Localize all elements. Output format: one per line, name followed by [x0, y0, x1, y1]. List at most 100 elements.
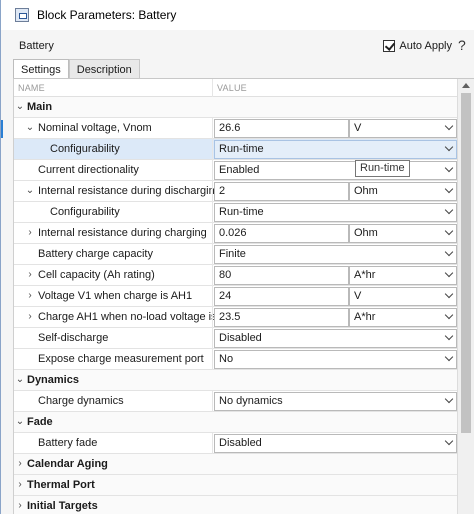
tooltip: Run-time [355, 160, 410, 177]
chevron-down-icon[interactable]: ⌄ [14, 415, 26, 429]
chevron-right-icon[interactable]: › [14, 478, 26, 492]
chevron-right-icon[interactable]: › [24, 289, 36, 303]
dropdown-caret-icon [445, 165, 453, 173]
dropdown-value: Disabled [219, 437, 262, 449]
unit-value: V [354, 290, 362, 302]
internal-resistance-charging-unit-dropdown[interactable]: Ohm [349, 224, 457, 243]
param-row-charge-ah1: › Charge AH1 when no-load voltage is V1 … [14, 307, 457, 328]
unit-value: A*hr [354, 269, 376, 281]
dropdown-caret-icon [445, 228, 453, 236]
block-parameters-dialog: Block Parameters: Battery Battery Auto A… [0, 0, 474, 514]
scroll-thumb[interactable] [461, 93, 471, 433]
dropdown-caret-icon [445, 186, 453, 194]
chevron-right-icon[interactable]: › [24, 226, 36, 240]
chevron-right-icon[interactable]: › [14, 457, 26, 471]
chevron-down-icon[interactable]: ⌄ [14, 100, 26, 114]
chevron-down-icon[interactable]: ⌄ [14, 373, 26, 387]
param-label: Battery fade [38, 437, 98, 449]
column-separator [212, 286, 213, 307]
dropdown-caret-icon [445, 270, 453, 278]
section-main-label: Main [27, 101, 53, 113]
cell-capacity-unit-dropdown[interactable]: A*hr [349, 266, 457, 285]
vertical-scrollbar[interactable] [457, 79, 474, 514]
unit-value: A*hr [354, 311, 376, 323]
column-value-header: VALUE [217, 83, 247, 93]
section-calendar-aging[interactable]: › Calendar Aging [14, 454, 457, 475]
dropdown-caret-icon [445, 123, 453, 131]
charge-ah1-input[interactable]: 23.5 [214, 308, 349, 327]
window-title: Block Parameters: Battery [37, 8, 177, 22]
column-separator [212, 202, 213, 223]
section-fade[interactable]: ⌄ Fade [14, 412, 457, 433]
auto-apply-checkbox[interactable] [383, 40, 396, 52]
nominal-voltage-input[interactable]: 26.6 [214, 119, 349, 138]
tab-description-label: Description [76, 63, 132, 76]
auto-apply-toggle[interactable]: Auto Apply [383, 36, 452, 56]
section-thermal-port[interactable]: › Thermal Port [14, 475, 457, 496]
configurability-dropdown[interactable]: Run-time [214, 140, 457, 159]
param-label: Current directionality [38, 164, 139, 176]
self-discharge-dropdown[interactable]: Disabled [214, 329, 457, 348]
param-label: Expose charge measurement port [38, 353, 204, 365]
dropdown-value: Run-time [219, 143, 264, 155]
auto-apply-label: Auto Apply [399, 40, 452, 52]
tab-description[interactable]: Description [68, 59, 140, 79]
scroll-up-arrow-icon[interactable] [462, 83, 470, 88]
block-name: Battery [19, 40, 54, 52]
column-name-header: NAME [18, 83, 45, 93]
unit-value: Ohm [354, 185, 378, 197]
voltage-v1-unit-dropdown[interactable]: V [349, 287, 457, 306]
tab-settings[interactable]: Settings [13, 59, 69, 79]
param-row-expose-charge-port: Expose charge measurement port No [14, 349, 457, 370]
section-fade-label: Fade [27, 416, 53, 428]
dropdown-value: Run-time [219, 206, 264, 218]
internal-resistance-charging-input[interactable]: 0.026 [214, 224, 349, 243]
current-directionality-dropdown[interactable]: Enabled [214, 161, 457, 180]
column-separator [212, 244, 213, 265]
param-label: Self-discharge [38, 332, 109, 344]
chevron-down-icon[interactable]: ⌄ [24, 121, 36, 135]
cell-capacity-input[interactable]: 80 [214, 266, 349, 285]
param-row-charge-dynamics: Charge dynamics No dynamics [14, 391, 457, 412]
column-separator [212, 139, 213, 160]
column-separator [212, 433, 213, 454]
param-label: Battery charge capacity [38, 248, 153, 260]
internal-resistance-discharging-unit-dropdown[interactable]: Ohm [349, 182, 457, 201]
chevron-right-icon[interactable]: › [24, 310, 36, 324]
section-thermal-port-label: Thermal Port [27, 479, 95, 491]
internal-resistance-discharging-input[interactable]: 2 [214, 182, 349, 201]
dropdown-caret-icon [445, 144, 453, 152]
battery-charge-capacity-dropdown[interactable]: Finite [214, 245, 457, 264]
column-separator [212, 160, 213, 181]
param-label: Configurability [50, 143, 120, 155]
section-dynamics[interactable]: ⌄ Dynamics [14, 370, 457, 391]
parameter-grid: NAME VALUE ⌄ Main ⌄ Nominal voltage, Vno… [13, 79, 457, 514]
param-row-internal-resistance-discharging: ⌄ Internal resistance during discharging… [14, 181, 457, 202]
nominal-voltage-unit-dropdown[interactable]: V [349, 119, 457, 138]
param-label: Charge AH1 when no-load voltage is V1 [38, 311, 234, 323]
param-row-cell-capacity: › Cell capacity (Ah rating) 80 A*hr [14, 265, 457, 286]
dropdown-value: No dynamics [219, 395, 283, 407]
help-icon[interactable]: ? [458, 37, 472, 55]
section-main[interactable]: ⌄ Main [14, 97, 457, 118]
expose-charge-port-dropdown[interactable]: No [214, 350, 457, 369]
column-separator [212, 223, 213, 244]
chevron-down-icon[interactable]: ⌄ [24, 184, 36, 198]
column-separator [212, 79, 213, 97]
section-calendar-aging-label: Calendar Aging [27, 458, 108, 470]
column-separator [212, 307, 213, 328]
section-initial-targets[interactable]: › Initial Targets [14, 496, 457, 514]
chevron-right-icon[interactable]: › [24, 268, 36, 282]
dropdown-value: Enabled [219, 164, 260, 176]
dropdown-caret-icon [445, 249, 453, 257]
title-bar[interactable]: Block Parameters: Battery [1, 0, 474, 30]
charge-ah1-unit-dropdown[interactable]: A*hr [349, 308, 457, 327]
dropdown-value: Disabled [219, 332, 262, 344]
simulink-block-icon [15, 8, 29, 22]
chevron-right-icon[interactable]: › [14, 499, 26, 513]
battery-fade-dropdown[interactable]: Disabled [214, 434, 457, 453]
voltage-v1-input[interactable]: 24 [214, 287, 349, 306]
param-label: Configurability [50, 206, 120, 218]
configurability-dropdown[interactable]: Run-time [214, 203, 457, 222]
charge-dynamics-dropdown[interactable]: No dynamics [214, 392, 457, 411]
